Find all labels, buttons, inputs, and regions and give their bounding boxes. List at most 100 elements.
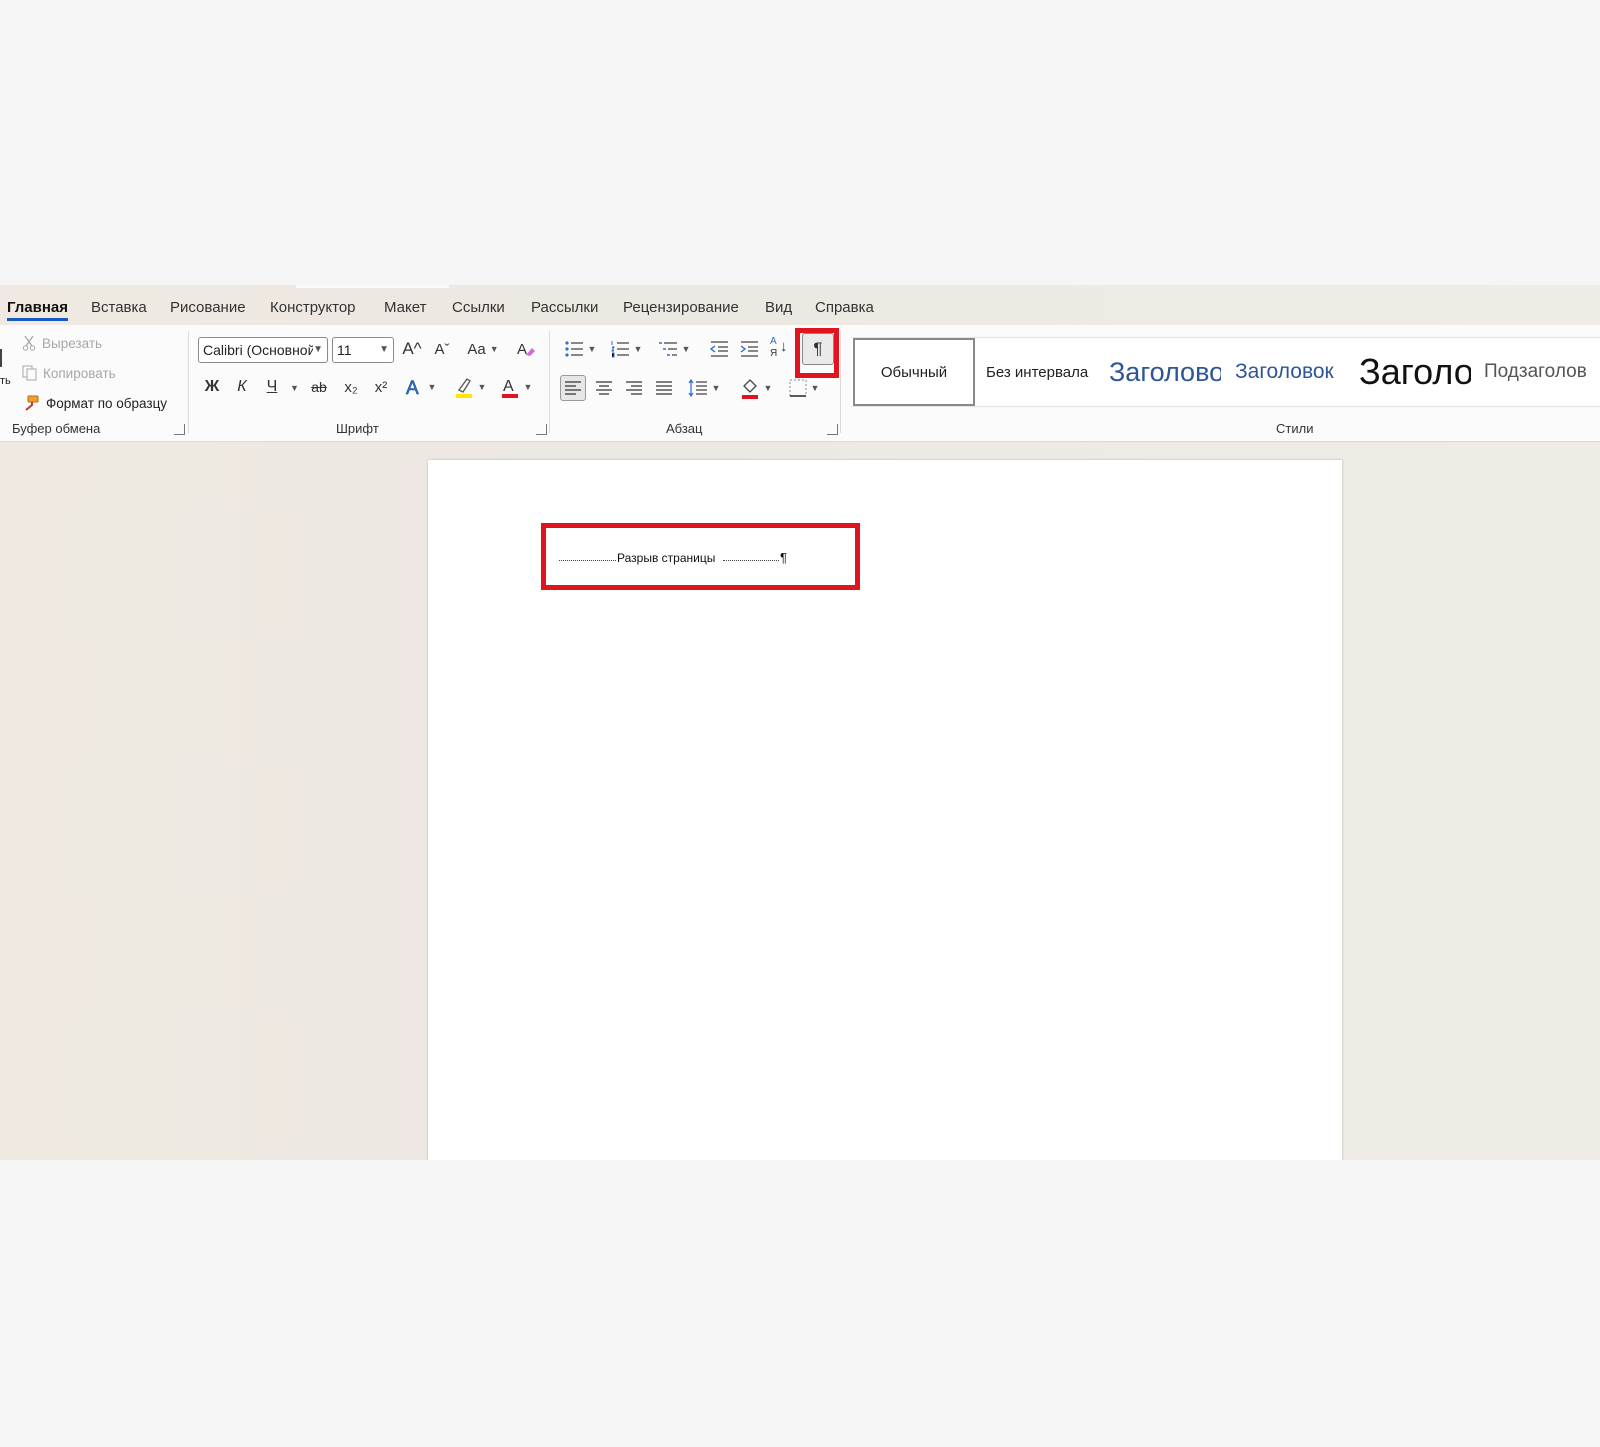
- paste-label-partial: ть: [0, 375, 11, 387]
- style-no-spacing-label: Без интервала: [986, 363, 1089, 381]
- tab-home[interactable]: Главная: [7, 299, 69, 321]
- tab-view[interactable]: Вид: [765, 299, 792, 316]
- multilevel-list-button[interactable]: ▼: [654, 337, 694, 361]
- align-center-icon: [595, 380, 613, 396]
- strikethrough-button[interactable]: ab: [306, 375, 332, 399]
- line-spacing-icon: [688, 379, 708, 397]
- align-left-icon: [564, 380, 582, 396]
- chevron-down-icon: ▼: [477, 382, 487, 392]
- text-effects-icon: A: [404, 377, 424, 397]
- italic-button[interactable]: К: [230, 375, 254, 399]
- line-spacing-button[interactable]: ▼: [684, 375, 724, 401]
- svg-text:A: A: [517, 341, 527, 358]
- word-window: Главная Вставка Рисование Конструктор Ма…: [0, 285, 1600, 1160]
- style-title-label: Заголо: [1359, 351, 1471, 392]
- shading-button[interactable]: ▼: [736, 375, 776, 401]
- style-heading-1[interactable]: Заголово: [1109, 338, 1221, 406]
- highlight-color-button[interactable]: ▼: [450, 375, 490, 399]
- sort-button[interactable]: А Я ↓: [768, 335, 794, 363]
- svg-text:A: A: [503, 378, 514, 395]
- arrow-down-icon: ↓: [780, 338, 788, 355]
- format-painter-icon: [22, 395, 40, 411]
- underline-button[interactable]: Ч: [260, 375, 284, 399]
- style-no-spacing[interactable]: Без интервала: [986, 338, 1088, 406]
- align-center-button[interactable]: [591, 375, 617, 401]
- font-group-label: Шрифт: [336, 421, 379, 436]
- change-case-label: Aa: [467, 340, 486, 358]
- tab-help[interactable]: Справка: [815, 299, 874, 316]
- chevron-down-icon: ▼: [523, 382, 533, 392]
- change-case-button[interactable]: Aa ▼: [464, 337, 502, 361]
- increase-indent-icon: [739, 340, 759, 358]
- text-effects-button[interactable]: A ▼: [400, 375, 440, 399]
- multilevel-list-icon: [658, 340, 678, 358]
- font-family-select[interactable]: Calibri (Основной ▼: [198, 337, 328, 363]
- style-subtitle[interactable]: Подзаголов: [1484, 338, 1587, 406]
- tab-review[interactable]: Рецензирование: [623, 299, 739, 316]
- copy-icon: [22, 365, 37, 381]
- chevron-down-icon: ▼: [379, 344, 389, 355]
- scissors-icon: [22, 335, 36, 351]
- sort-icon: А Я ↓: [770, 336, 792, 362]
- style-subtitle-label: Подзаголов: [1484, 361, 1587, 382]
- shrink-font-button[interactable]: Aˇ: [430, 337, 454, 361]
- font-size-select[interactable]: 11 ▼: [332, 337, 394, 363]
- chevron-down-icon: ▼: [810, 383, 820, 393]
- tab-insert[interactable]: Вставка: [91, 299, 147, 316]
- paint-bucket-icon: [740, 377, 760, 399]
- borders-button[interactable]: ▼: [784, 375, 824, 401]
- group-separator: [188, 331, 189, 433]
- chevron-down-icon: ▼: [587, 344, 597, 354]
- clear-formatting-icon: A: [516, 339, 536, 359]
- tab-layout[interactable]: Макет: [384, 299, 426, 316]
- group-separator: [840, 331, 841, 433]
- align-left-button[interactable]: [560, 375, 586, 401]
- superscript-button[interactable]: x²: [368, 375, 394, 399]
- tab-references[interactable]: Ссылки: [452, 299, 505, 316]
- style-title-blue[interactable]: Заголовок: [1235, 338, 1334, 406]
- style-title[interactable]: Заголо: [1359, 338, 1471, 406]
- decrease-indent-icon: [709, 340, 729, 358]
- clipboard-group-label: Буфер обмена: [12, 421, 101, 436]
- highlighter-icon: [454, 376, 474, 398]
- copy-label: Копировать: [43, 365, 116, 381]
- clipboard-launcher-icon[interactable]: [174, 424, 185, 435]
- format-painter-label: Формат по образцу: [46, 395, 168, 411]
- chevron-down-icon: ▼: [711, 383, 721, 393]
- numbered-list-icon: [610, 340, 630, 358]
- bold-button[interactable]: Ж: [200, 375, 224, 399]
- tab-design[interactable]: Конструктор: [270, 299, 356, 316]
- numbering-button[interactable]: ▼: [606, 337, 646, 361]
- style-heading-1-label: Заголово: [1109, 356, 1221, 387]
- font-family-value: Calibri (Основной: [203, 342, 313, 358]
- borders-icon: [789, 379, 807, 397]
- subscript-button[interactable]: x₂: [338, 375, 364, 399]
- justify-icon: [655, 380, 673, 396]
- format-painter-button[interactable]: Формат по образцу: [22, 395, 167, 411]
- justify-button[interactable]: [651, 375, 677, 401]
- chevron-down-icon: ▼: [489, 344, 499, 354]
- cut-button[interactable]: Вырезать: [22, 335, 102, 351]
- sort-bottom-letter: Я: [770, 348, 778, 359]
- style-normal[interactable]: Обычный: [853, 338, 975, 406]
- font-color-button[interactable]: A ▼: [496, 375, 536, 399]
- grow-font-button[interactable]: A^: [400, 337, 424, 361]
- chevron-down-icon: ▼: [633, 344, 643, 354]
- align-right-button[interactable]: [621, 375, 647, 401]
- decrease-indent-button[interactable]: [706, 337, 732, 361]
- font-launcher-icon[interactable]: [536, 424, 547, 435]
- paragraph-launcher-icon[interactable]: [827, 424, 838, 435]
- clear-formatting-button[interactable]: A: [514, 337, 538, 361]
- bullet-list-icon: [564, 340, 584, 358]
- copy-button[interactable]: Копировать: [22, 365, 116, 381]
- chevron-down-icon[interactable]: ▼: [290, 383, 299, 393]
- chevron-down-icon: ▼: [427, 382, 437, 392]
- title-bar-strip: [296, 285, 449, 288]
- font-size-value: 11: [337, 342, 352, 358]
- style-title-blue-label: Заголовок: [1235, 360, 1334, 383]
- tab-draw[interactable]: Рисование: [170, 299, 246, 316]
- paste-button-partial[interactable]: ть: [0, 345, 14, 395]
- tab-mailings[interactable]: Рассылки: [531, 299, 598, 316]
- bullets-button[interactable]: ▼: [560, 337, 600, 361]
- increase-indent-button[interactable]: [736, 337, 762, 361]
